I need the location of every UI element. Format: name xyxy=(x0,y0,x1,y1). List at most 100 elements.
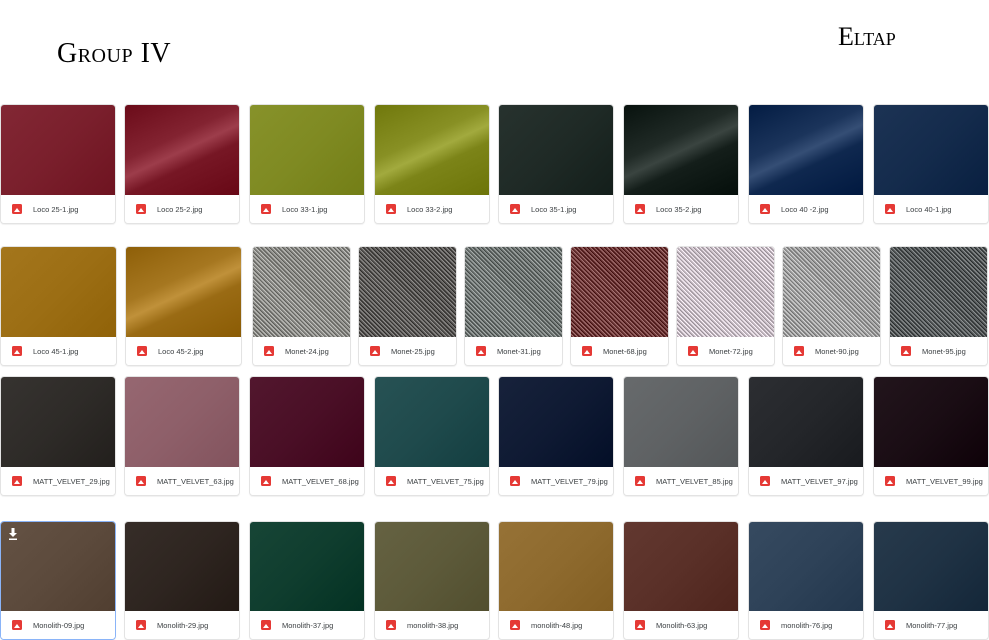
fabric-thumbnail[interactable] xyxy=(749,522,863,614)
file-name: Monet-25.jpg xyxy=(391,346,435,356)
image-file-icon xyxy=(136,476,146,486)
file-card[interactable]: Loco 40 -2.jpg xyxy=(748,104,864,224)
fabric-thumbnail[interactable] xyxy=(250,522,364,614)
fabric-thumbnail[interactable] xyxy=(874,522,988,614)
file-name: Monet-24.jpg xyxy=(285,346,329,356)
file-card[interactable]: MATT_VELVET_85.jpg xyxy=(623,376,739,496)
file-card[interactable]: Loco 25-1.jpg xyxy=(0,104,116,224)
fabric-thumbnail[interactable] xyxy=(499,377,613,469)
image-file-icon xyxy=(261,476,271,486)
file-card[interactable]: Loco 35-2.jpg xyxy=(623,104,739,224)
file-name: Loco 35-2.jpg xyxy=(656,204,702,214)
file-card[interactable]: Loco 25-2.jpg xyxy=(124,104,240,224)
fabric-thumbnail[interactable] xyxy=(375,522,489,614)
fabric-thumbnail[interactable] xyxy=(253,247,350,339)
fabric-thumbnail[interactable] xyxy=(749,105,863,197)
file-name: MATT_VELVET_75.jpg xyxy=(407,476,484,486)
file-card[interactable]: Loco 40-1.jpg xyxy=(873,104,989,224)
file-card[interactable]: monolith-48.jpg xyxy=(498,521,614,640)
fabric-thumbnail[interactable] xyxy=(375,105,489,197)
image-file-icon xyxy=(386,620,396,630)
fabric-thumbnail[interactable] xyxy=(874,105,988,197)
file-card[interactable]: MATT_VELVET_29.jpg xyxy=(0,376,116,496)
file-card[interactable]: Loco 35-1.jpg xyxy=(498,104,614,224)
file-caption: MATT_VELVET_63.jpg xyxy=(125,467,239,495)
group-title: Group IV xyxy=(57,38,172,69)
fabric-thumbnail[interactable] xyxy=(250,377,364,469)
fabric-thumbnail[interactable] xyxy=(375,377,489,469)
file-caption: Monet-68.jpg xyxy=(571,337,668,365)
file-name: Loco 25-2.jpg xyxy=(157,204,203,214)
fabric-thumbnail[interactable] xyxy=(465,247,562,339)
fabric-thumbnail[interactable] xyxy=(126,247,241,339)
file-name: Loco 40 -2.jpg xyxy=(781,204,829,214)
fabric-thumbnail[interactable] xyxy=(250,105,364,197)
fabric-thumbnail[interactable] xyxy=(499,522,613,614)
image-file-icon xyxy=(635,476,645,486)
file-card[interactable]: Monet-95.jpg xyxy=(889,246,988,366)
fabric-thumbnail[interactable] xyxy=(874,377,988,469)
fabric-thumbnail[interactable] xyxy=(359,247,456,339)
file-card[interactable]: Monet-68.jpg xyxy=(570,246,669,366)
file-caption: MATT_VELVET_99.jpg xyxy=(874,467,988,495)
image-file-icon xyxy=(635,204,645,214)
fabric-thumbnail[interactable] xyxy=(749,377,863,469)
file-name: Monolith-29.jpg xyxy=(157,620,209,630)
file-card[interactable]: Loco 33-2.jpg xyxy=(374,104,490,224)
file-card[interactable]: MATT_VELVET_75.jpg xyxy=(374,376,490,496)
file-card[interactable]: Monet-31.jpg xyxy=(464,246,563,366)
download-icon[interactable] xyxy=(8,528,18,540)
fabric-thumbnail[interactable] xyxy=(125,377,239,469)
file-name: Loco 45-2.jpg xyxy=(158,346,204,356)
image-file-icon xyxy=(264,346,274,356)
file-name: MATT_VELVET_79.jpg xyxy=(531,476,608,486)
file-card[interactable]: MATT_VELVET_63.jpg xyxy=(124,376,240,496)
file-card[interactable]: monolith-76.jpg xyxy=(748,521,864,640)
fabric-thumbnail[interactable] xyxy=(1,247,116,339)
file-card[interactable]: Monolith-29.jpg xyxy=(124,521,240,640)
file-caption: Loco 35-2.jpg xyxy=(624,195,738,223)
file-card[interactable]: Monet-24.jpg xyxy=(252,246,351,366)
image-file-icon xyxy=(386,476,396,486)
file-card[interactable]: Monolith-63.jpg xyxy=(623,521,739,640)
file-card[interactable]: Loco 33-1.jpg xyxy=(249,104,365,224)
file-card[interactable]: Monolith-09.jpg xyxy=(0,521,116,640)
file-card[interactable]: Monolith-37.jpg xyxy=(249,521,365,640)
fabric-thumbnail[interactable] xyxy=(1,377,115,469)
file-card[interactable]: MATT_VELVET_68.jpg xyxy=(249,376,365,496)
fabric-thumbnail[interactable] xyxy=(125,105,239,197)
fabric-thumbnail[interactable] xyxy=(624,522,738,614)
fabric-thumbnail[interactable] xyxy=(499,105,613,197)
fabric-thumbnail[interactable] xyxy=(1,105,115,197)
file-card[interactable]: Loco 45-2.jpg xyxy=(125,246,242,366)
file-card[interactable]: Loco 45-1.jpg xyxy=(0,246,117,366)
fabric-thumbnail[interactable] xyxy=(783,247,880,339)
file-name: Loco 45-1.jpg xyxy=(33,346,79,356)
image-file-icon xyxy=(885,620,895,630)
file-card[interactable]: Monet-72.jpg xyxy=(676,246,775,366)
image-file-icon xyxy=(688,346,698,356)
file-card[interactable]: Monet-25.jpg xyxy=(358,246,457,366)
image-file-icon xyxy=(510,476,520,486)
file-name: Monet-95.jpg xyxy=(922,346,966,356)
file-caption: MATT_VELVET_85.jpg xyxy=(624,467,738,495)
fabric-thumbnail[interactable] xyxy=(1,522,115,614)
fabric-thumbnail[interactable] xyxy=(571,247,668,339)
file-card[interactable]: MATT_VELVET_99.jpg xyxy=(873,376,989,496)
fabric-thumbnail[interactable] xyxy=(125,522,239,614)
fabric-thumbnail[interactable] xyxy=(624,105,738,197)
file-card[interactable]: Monolith-77.jpg xyxy=(873,521,989,640)
fabric-thumbnail[interactable] xyxy=(890,247,987,339)
image-file-icon xyxy=(901,346,911,356)
fabric-thumbnail[interactable] xyxy=(677,247,774,339)
file-caption: Monet-95.jpg xyxy=(890,337,987,365)
fabric-thumbnail[interactable] xyxy=(624,377,738,469)
file-caption: Monet-31.jpg xyxy=(465,337,562,365)
file-card[interactable]: MATT_VELVET_79.jpg xyxy=(498,376,614,496)
file-card[interactable]: MATT_VELVET_97.jpg xyxy=(748,376,864,496)
file-name: monolith-76.jpg xyxy=(781,620,833,630)
file-name: Monolith-09.jpg xyxy=(33,620,85,630)
file-name: Monet-72.jpg xyxy=(709,346,753,356)
file-card[interactable]: monolith-38.jpg xyxy=(374,521,490,640)
file-card[interactable]: Monet-90.jpg xyxy=(782,246,881,366)
